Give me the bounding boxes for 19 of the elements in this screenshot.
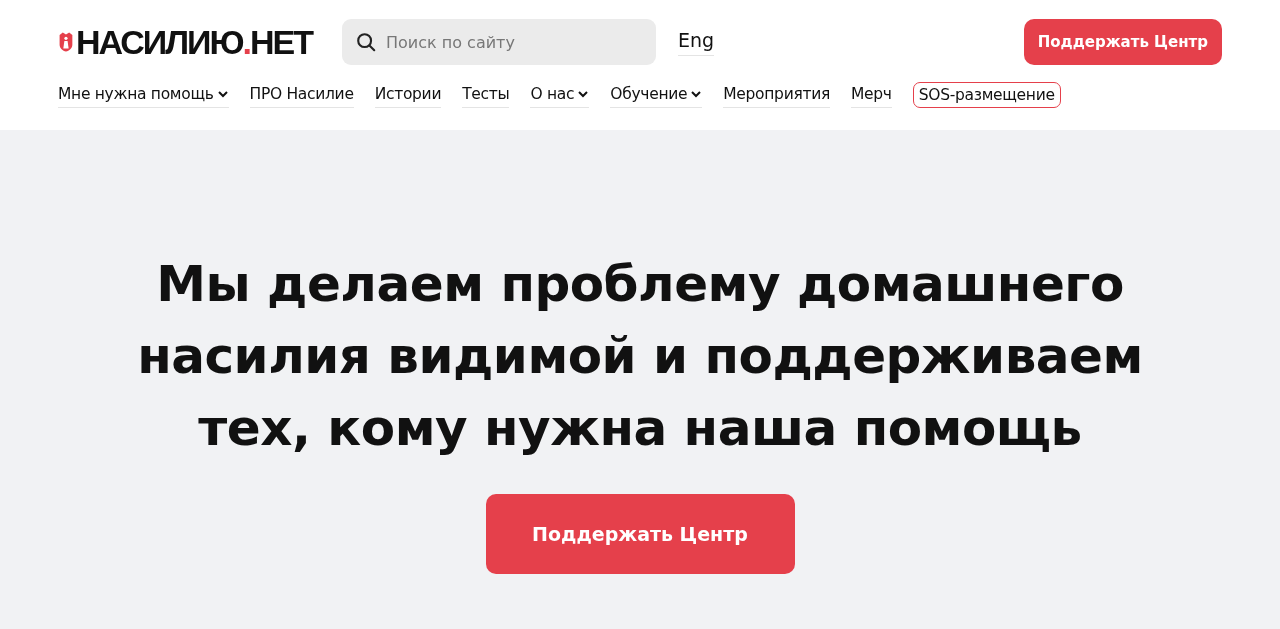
site-logo[interactable]: НАСИЛИЮ.НЕТ bbox=[58, 22, 312, 62]
search-field[interactable]: Поиск по сайту bbox=[342, 19, 656, 65]
nav-link[interactable]: Мне нужна помощь bbox=[58, 85, 214, 103]
nav-menu-item[interactable]: Мне нужна помощь bbox=[58, 82, 229, 108]
nav-link[interactable]: Тесты bbox=[462, 82, 510, 108]
language-link[interactable]: Eng bbox=[678, 28, 715, 56]
sos-button[interactable]: SOS-размещение bbox=[912, 82, 1061, 108]
nav-menu-item[interactable]: Обучение bbox=[610, 82, 703, 108]
nav-link[interactable]: Обучение bbox=[610, 85, 688, 103]
nav-link[interactable]: О нас bbox=[530, 85, 575, 103]
nav-link[interactable]: Истории bbox=[374, 82, 442, 108]
nav-link[interactable]: Мероприятия bbox=[723, 82, 830, 108]
donate-button[interactable]: Поддержать Центр bbox=[1023, 19, 1222, 65]
hero-heading: Мы делаем проблему домашнего насилия видимой и поддерживаем тех, кому нужна наша помощь bbox=[136, 254, 1144, 459]
nav-menu-item[interactable]: О нас bbox=[530, 82, 590, 108]
nav-link[interactable]: Мерч bbox=[850, 82, 892, 108]
donate-button[interactable]: Поддержать Центр bbox=[485, 494, 795, 574]
nav-link[interactable]: ПРО Насилие bbox=[249, 82, 354, 108]
search-icon bbox=[355, 31, 377, 53]
